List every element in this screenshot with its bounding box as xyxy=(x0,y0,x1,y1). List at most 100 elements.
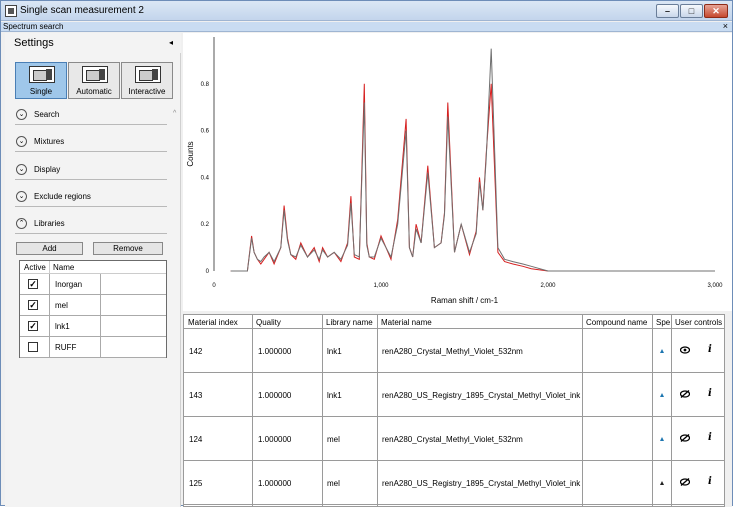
results-row[interactable]: 124 1.000000 mel renA280_Crystal_Methyl_… xyxy=(184,417,724,461)
spectrum-line-gray xyxy=(230,48,715,272)
y-tick-label: 0.8 xyxy=(201,82,210,88)
column-header-material-index[interactable]: Material index xyxy=(188,318,252,327)
automatic-mode-button[interactable]: Automatic xyxy=(68,62,120,99)
section-display[interactable]: ⌄ Display xyxy=(15,160,167,180)
collapse-panel-icon[interactable]: ◂ xyxy=(169,38,173,47)
library-row[interactable]: ✓ lnk1 xyxy=(20,316,166,337)
column-header-name: Name xyxy=(53,263,75,272)
column-divider xyxy=(49,295,50,315)
library-name: lnk1 xyxy=(55,322,70,331)
column-divider xyxy=(49,337,50,357)
library-active-checkbox[interactable]: ✓ xyxy=(28,300,38,310)
column-header-material-name[interactable]: Material name xyxy=(381,318,581,327)
info-icon[interactable]: i xyxy=(708,344,712,355)
spectrum-color-indicator xyxy=(660,437,664,441)
material-name-cell: renA280_US_Registry_1895_Crystal_Methyl_… xyxy=(382,391,581,400)
panel-scroll-up-icon[interactable]: ^ xyxy=(173,110,176,117)
section-libraries-label: Libraries xyxy=(34,219,65,228)
x-tick-label: 0 xyxy=(212,283,216,289)
add-library-button[interactable]: Add xyxy=(16,242,83,255)
interactive-mode-label: Interactive xyxy=(128,87,166,96)
eye-hidden-icon[interactable] xyxy=(680,390,690,398)
close-button[interactable]: ✕ xyxy=(704,4,728,18)
eye-icon[interactable] xyxy=(680,346,690,354)
y-tick-label: 0.6 xyxy=(201,129,210,135)
title-bar[interactable]: Single scan measurement 2 – □ ✕ xyxy=(1,1,732,21)
info-icon[interactable]: i xyxy=(708,388,712,399)
app-icon xyxy=(5,5,17,17)
info-icon[interactable]: i xyxy=(708,432,712,443)
section-libraries[interactable]: ⌃ Libraries xyxy=(15,214,167,234)
spectrum-chart[interactable]: 0 0.2 0.4 0.6 0.8 0 1,000 2,000 3,000 Raman shift… xyxy=(183,33,732,311)
library-row[interactable]: RUFF xyxy=(20,337,166,358)
single-mode-button[interactable]: Single xyxy=(15,62,67,99)
column-divider xyxy=(100,274,101,294)
material-index-cell: 143 xyxy=(189,391,203,400)
results-scrollbar[interactable] xyxy=(725,314,732,507)
library-name: Inorgan xyxy=(55,280,83,289)
minimize-button[interactable]: – xyxy=(656,4,679,18)
column-divider xyxy=(49,274,50,294)
results-row[interactable]: 142 1.000000 lnk1 renA280_Crystal_Methyl… xyxy=(184,329,724,373)
chevron-down-icon: ⌄ xyxy=(16,109,27,120)
automatic-mode-label: Automatic xyxy=(76,87,112,96)
y-tick-label: 0.2 xyxy=(201,222,210,228)
spectrum-color-indicator xyxy=(660,393,664,397)
column-header-spectrum[interactable]: Spe xyxy=(656,318,671,327)
column-divider xyxy=(49,261,50,273)
results-row[interactable]: 143 1.000000 lnk1 renA280_US_Registry_18… xyxy=(184,373,724,417)
section-display-label: Display xyxy=(34,165,61,174)
remove-library-button[interactable]: Remove xyxy=(93,242,163,255)
y-axis-label: Counts xyxy=(186,141,195,166)
section-exclude-regions-label: Exclude regions xyxy=(34,192,91,201)
library-name: RUFF xyxy=(55,343,77,352)
results-table-header: Material index Quality Library name Mate… xyxy=(184,315,724,329)
column-divider xyxy=(100,337,101,357)
chevron-up-icon: ⌃ xyxy=(16,218,27,229)
library-row[interactable]: ✓ Inorgan xyxy=(20,274,166,295)
column-header-library-name[interactable]: Library name xyxy=(326,318,378,327)
library-name-cell: lnk1 xyxy=(327,391,342,400)
spectrum-color-indicator xyxy=(660,481,664,485)
material-name-cell: renA280_Crystal_Methyl_Violet_532nm xyxy=(382,347,523,356)
eye-hidden-icon[interactable] xyxy=(680,434,690,442)
section-search[interactable]: ⌄ Search xyxy=(15,105,167,125)
tab-close-icon[interactable]: × xyxy=(723,21,728,31)
info-icon[interactable]: i xyxy=(708,476,712,487)
library-name-cell: mel xyxy=(327,479,340,488)
settings-title: Settings xyxy=(14,37,54,49)
column-header-quality[interactable]: Quality xyxy=(256,318,322,327)
library-active-checkbox[interactable] xyxy=(28,342,38,352)
column-header-user-controls[interactable]: User controls xyxy=(675,318,724,327)
quality-cell: 1.000000 xyxy=(258,347,292,356)
library-active-checkbox[interactable]: ✓ xyxy=(28,321,38,331)
x-tick-label: 2,000 xyxy=(540,283,556,289)
single-mode-label: Single xyxy=(29,87,53,96)
quality-cell: 1.000000 xyxy=(258,435,292,444)
section-exclude-regions[interactable]: ⌄ Exclude regions xyxy=(15,187,167,207)
close-icon: ✕ xyxy=(712,6,720,16)
section-mixtures[interactable]: ⌄ Mixtures xyxy=(15,132,167,152)
tab-spectrum-search[interactable]: Spectrum search xyxy=(3,22,63,32)
window-title: Single scan measurement 2 xyxy=(20,5,144,16)
settings-header: Settings ◂ xyxy=(5,33,181,53)
library-row[interactable]: ✓ mel xyxy=(20,295,166,316)
spectrum-color-indicator xyxy=(660,349,664,353)
spectrum-plot[interactable]: 0 0.2 0.4 0.6 0.8 0 1,000 2,000 3,000 Raman shift… xyxy=(183,33,732,311)
interactive-scan-icon xyxy=(135,66,161,83)
quality-cell: 1.000000 xyxy=(258,479,292,488)
results-row[interactable]: 125 1.000000 mel renA280_US_Registry_189… xyxy=(184,461,724,505)
column-divider xyxy=(100,316,101,336)
column-divider xyxy=(49,316,50,336)
section-search-label: Search xyxy=(34,110,60,119)
interactive-mode-button[interactable]: Interactive xyxy=(121,62,173,99)
material-index-cell: 142 xyxy=(189,347,203,356)
material-index-cell: 125 xyxy=(189,479,203,488)
y-tick-label: 0.4 xyxy=(201,175,210,181)
library-active-checkbox[interactable]: ✓ xyxy=(28,279,38,289)
eye-hidden-icon[interactable] xyxy=(680,478,690,486)
column-header-compound-name[interactable]: Compound name xyxy=(586,318,652,327)
y-tick-label: 0 xyxy=(206,269,210,275)
maximize-button[interactable]: □ xyxy=(680,4,703,18)
material-name-cell: renA280_US_Registry_1895_Crystal_Methyl_… xyxy=(382,479,581,488)
